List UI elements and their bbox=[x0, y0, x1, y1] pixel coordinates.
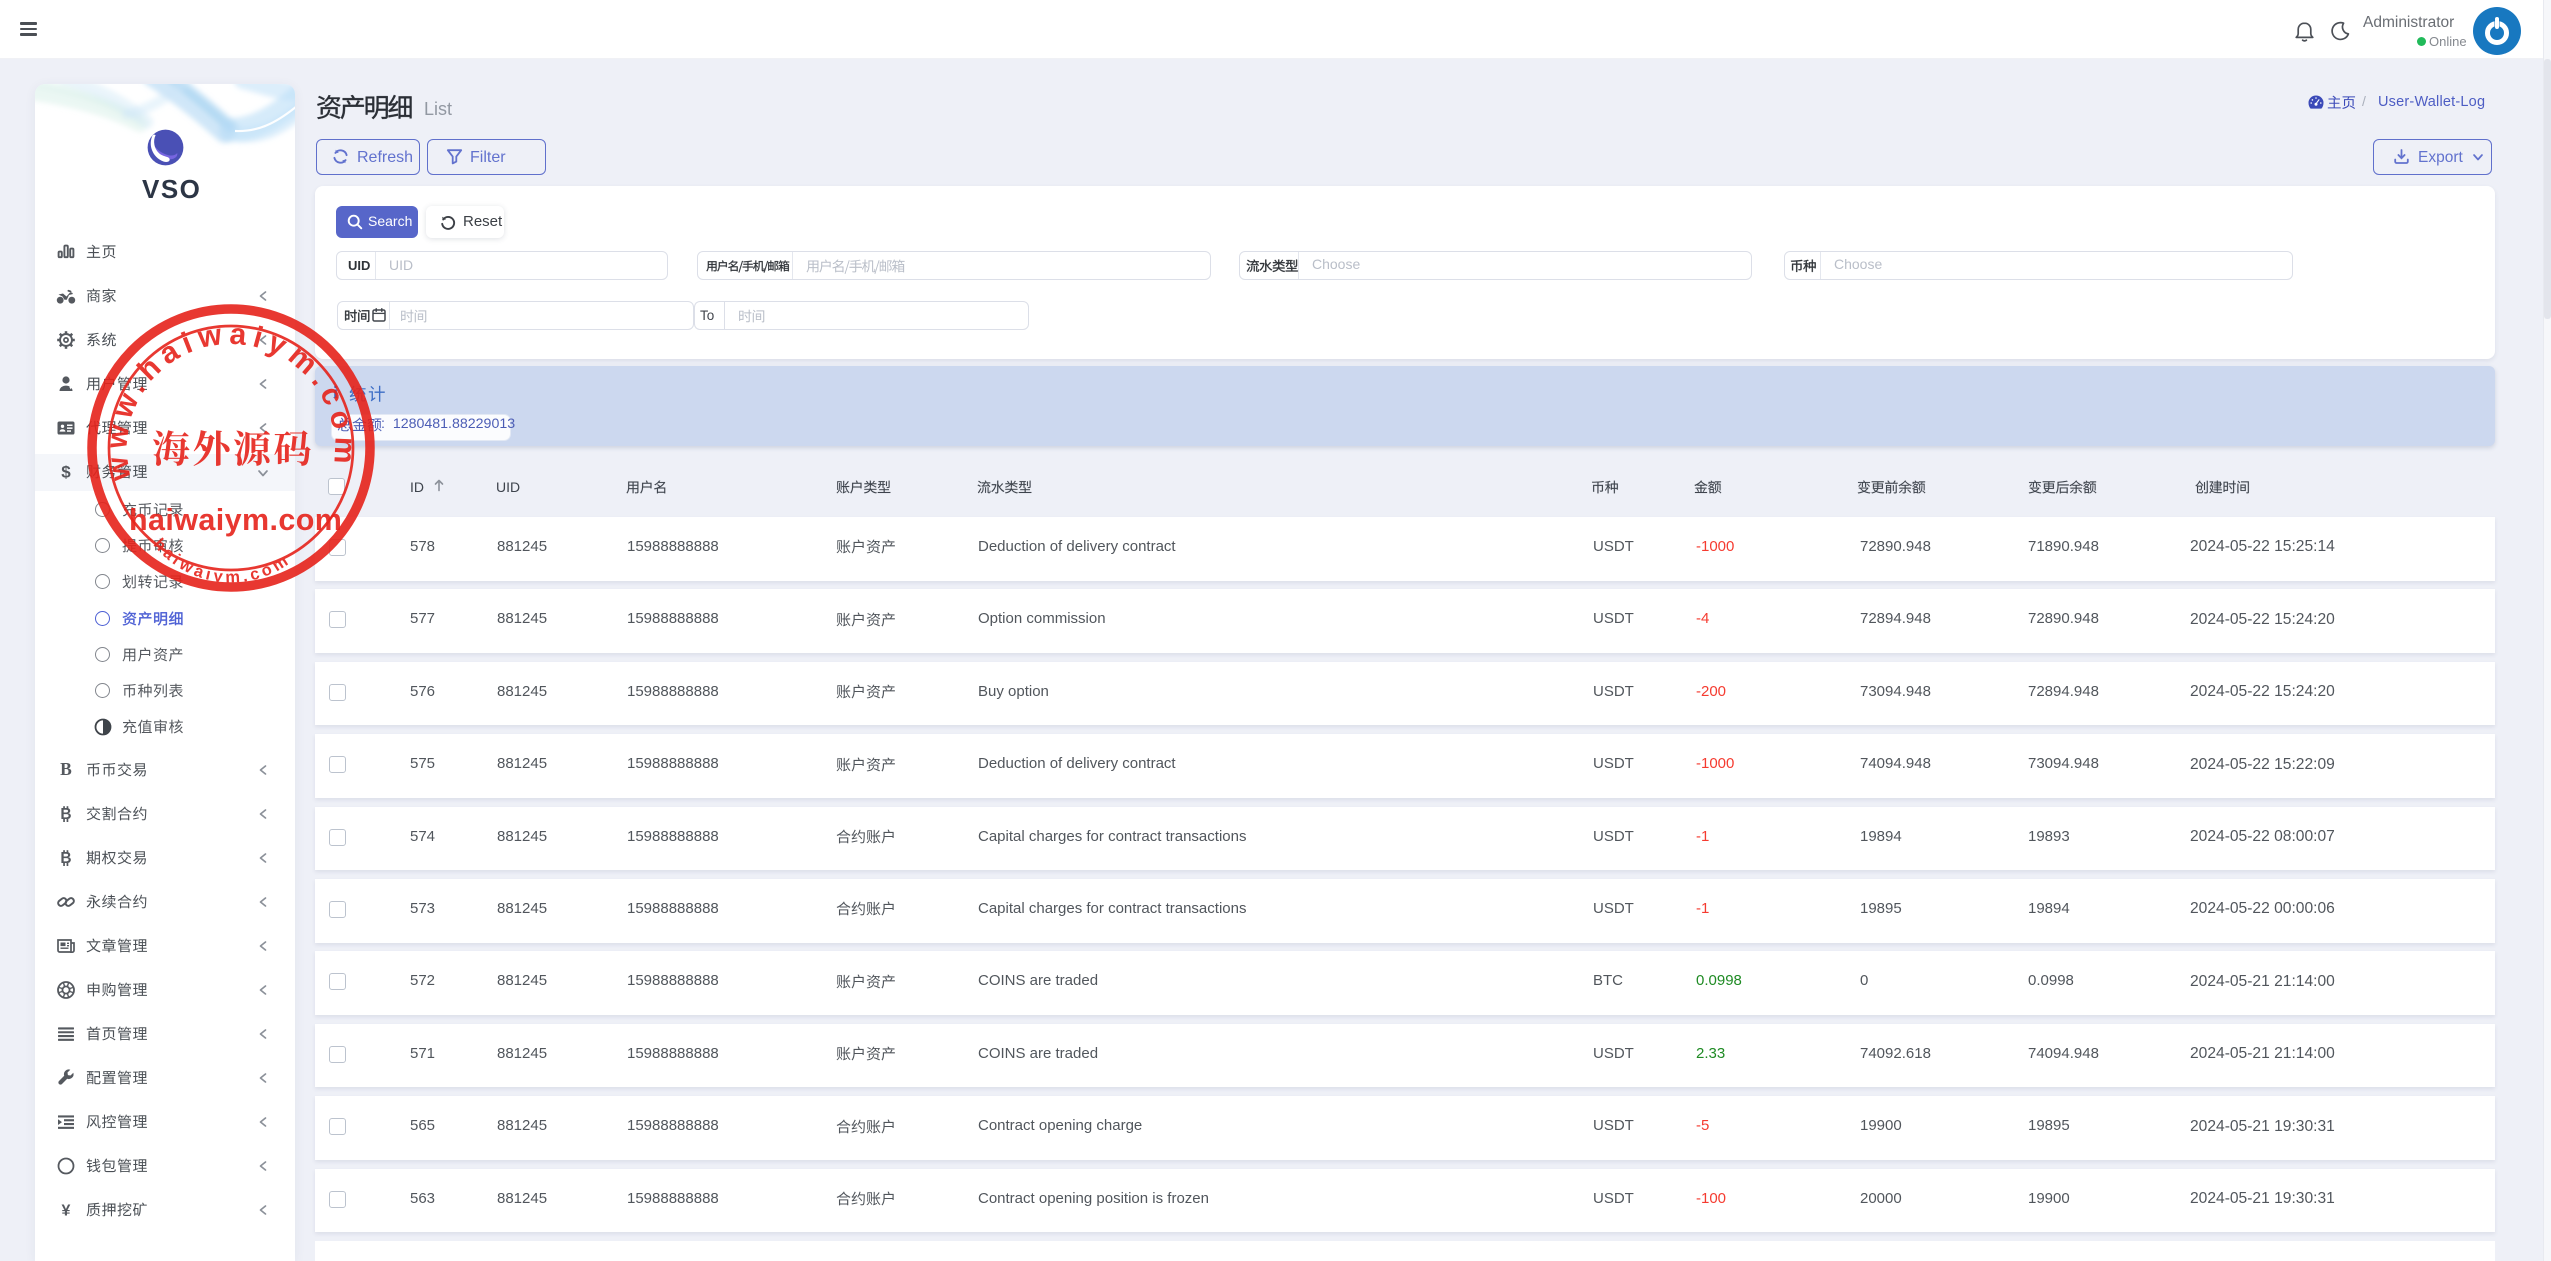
svg-text:¥: ¥ bbox=[62, 1203, 71, 1220]
svg-text:$: $ bbox=[61, 463, 71, 482]
svg-text:B: B bbox=[60, 850, 71, 867]
svg-text:B: B bbox=[60, 806, 71, 823]
svg-text:B: B bbox=[60, 759, 72, 779]
